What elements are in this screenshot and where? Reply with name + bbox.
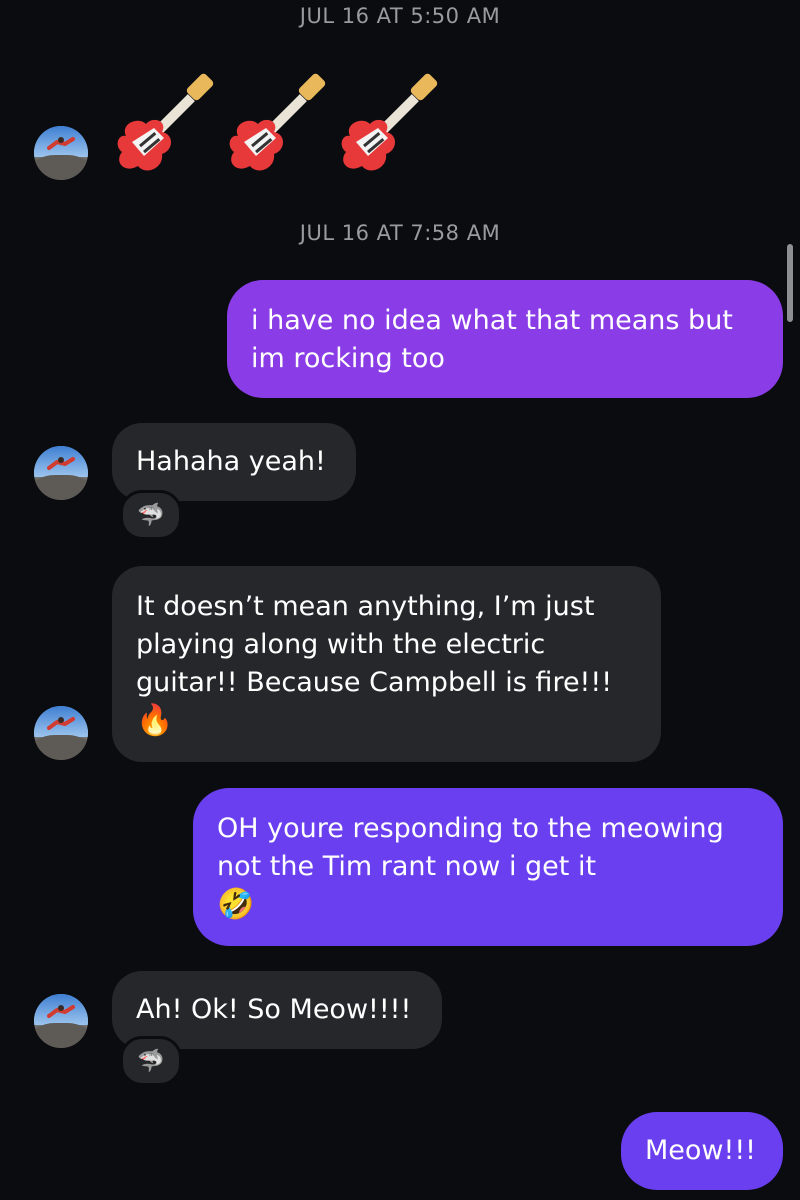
avatar[interactable]: [34, 706, 88, 760]
message-bubble-outgoing[interactable]: i have no idea what that means but im ro…: [227, 280, 783, 398]
shark-icon: 🦈: [137, 1048, 165, 1074]
fire-icon: 🔥: [136, 703, 174, 738]
message-bubble-outgoing[interactable]: Meow!!!: [621, 1112, 783, 1190]
reaction-badge[interactable]: 🦈: [120, 490, 182, 540]
avatar[interactable]: [34, 446, 88, 500]
message-bubble-incoming[interactable]: It doesn’t mean anything, I’m just playi…: [112, 566, 661, 762]
message-bubble-outgoing[interactable]: OH youre responding to the meowing not t…: [193, 788, 783, 946]
rolling-laughing-icon: 🤣: [217, 887, 255, 922]
avatar[interactable]: [34, 126, 88, 180]
avatar[interactable]: [34, 994, 88, 1048]
timestamp: JUL 16 AT 7:58 AM: [299, 221, 501, 245]
message-text: It doesn’t mean anything, I’m just playi…: [136, 591, 613, 698]
message-text: Hahaha yeah!: [136, 446, 326, 477]
message-text: Meow!!!: [645, 1135, 756, 1166]
guitar-icon: [229, 73, 326, 171]
timestamp: JUL 16 AT 5:50 AM: [299, 4, 501, 28]
message-text: OH youre responding to the meowing not t…: [217, 813, 724, 882]
guitar-icon: [341, 73, 438, 171]
message-text: Ah! Ok! So Meow!!!!: [136, 994, 412, 1025]
guitar-icon: [117, 73, 214, 171]
shark-icon: 🦈: [137, 502, 165, 528]
message-text: i have no idea what that means but im ro…: [251, 305, 733, 374]
scrollbar[interactable]: [787, 244, 793, 322]
reaction-badge[interactable]: 🦈: [120, 1036, 182, 1086]
